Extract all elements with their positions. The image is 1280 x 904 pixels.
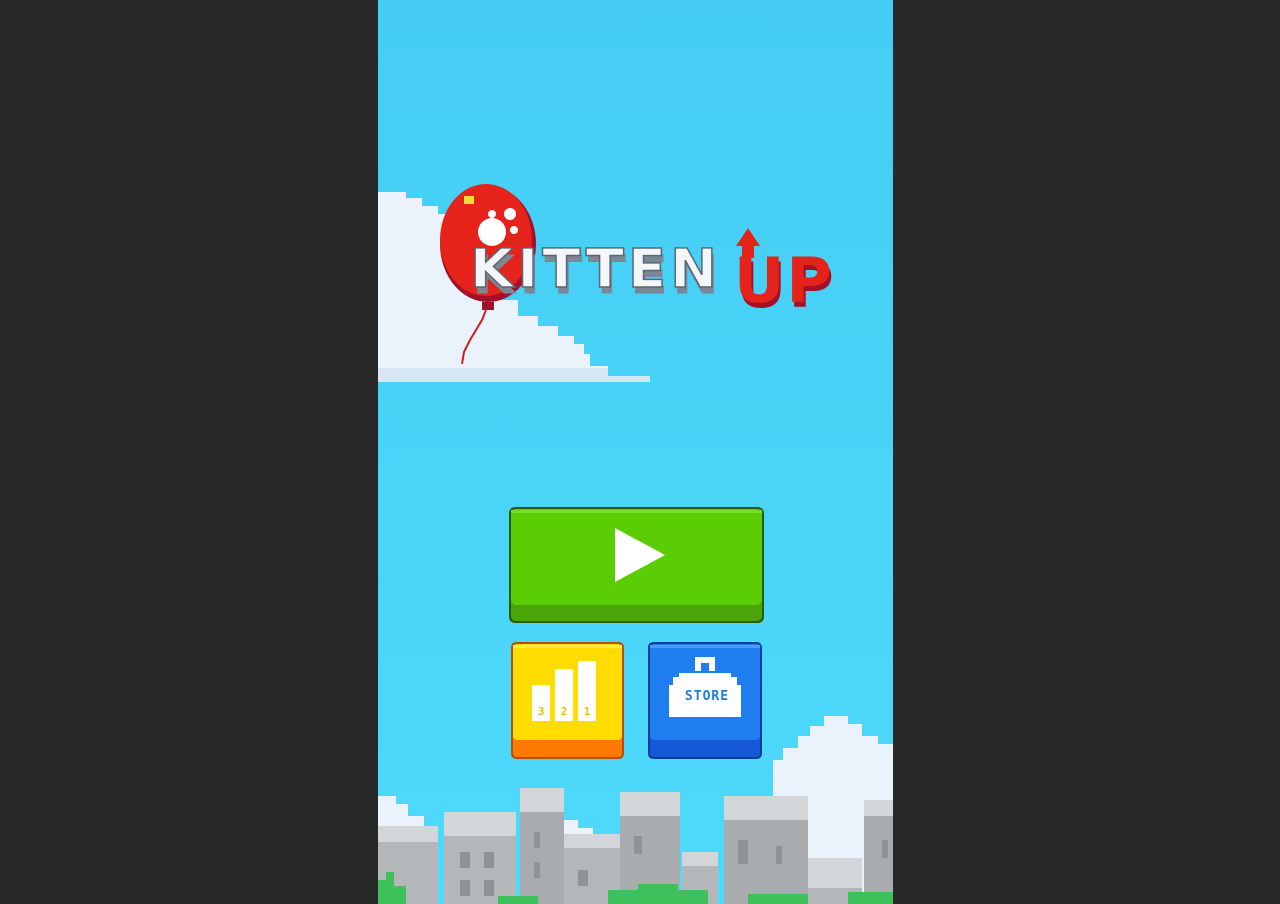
store-button[interactable]: STORE: [647, 641, 763, 760]
background-scene: KITTEN KITTEN UP UP: [378, 184, 893, 904]
store-label: STORE: [684, 689, 730, 704]
rank-label-1: 1: [583, 705, 591, 718]
play-button[interactable]: [508, 506, 765, 624]
cloud-shade: [378, 368, 650, 382]
rank-label-2: 2: [560, 705, 568, 718]
title-accent: UP: [734, 244, 834, 317]
title-main: KITTEN: [470, 237, 721, 299]
rank-label-3: 3: [537, 705, 545, 718]
title-logo: KITTEN KITTEN UP UP: [469, 228, 834, 322]
game-screen[interactable]: KITTEN KITTEN UP UP 3 2 1 STORE: [378, 0, 893, 904]
leaderboard-button[interactable]: 3 2 1: [510, 641, 625, 760]
